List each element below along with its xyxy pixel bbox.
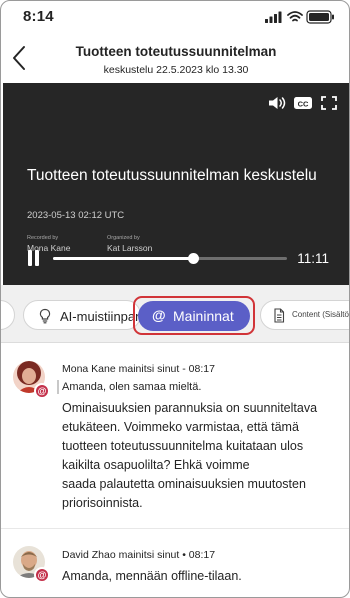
tabs-bar: AI-muistiinpanot @ Maininnat Content (Si… (1, 285, 350, 343)
organized-by-name: Kat Larsson (107, 243, 153, 253)
volume-icon[interactable] (267, 95, 287, 111)
cc-icon[interactable]: CC (293, 95, 313, 111)
video-progress-thumb[interactable] (187, 253, 199, 264)
mention-badge-icon: @ (34, 383, 50, 399)
battery-icon (306, 10, 334, 24)
recorded-by-label: Recorded by (27, 235, 59, 241)
video-date: 2023-05-13 02:12 UTC (27, 210, 125, 221)
tab-mentions[interactable]: @ Maininnat (138, 301, 250, 331)
status-indicators (265, 10, 334, 24)
document-icon (274, 308, 285, 323)
video-title: Tuotteen toteutussuunnitelman keskustelu (27, 167, 317, 184)
top-bar: Tuotteen toteutussuunnitelman keskustelu… (1, 35, 349, 81)
app-frame: 8:14 Tuotteen toteutussuunnitelman kesku… (0, 0, 350, 598)
video-progress-bar[interactable] (53, 253, 287, 264)
status-bar: 8:14 (1, 1, 349, 35)
back-chevron-icon[interactable] (9, 43, 31, 73)
signal-icon (265, 11, 282, 23)
mention-badge-icon: @ (34, 567, 50, 583)
tab-content-label: Content (Sisältö) (292, 310, 350, 319)
organized-by-label: Organized by (107, 235, 140, 241)
lightbulb-icon (39, 308, 51, 324)
tab-mentions-label: Maininnat (173, 308, 234, 324)
tab-ai-notes[interactable]: AI-muistiinpanot (23, 300, 153, 330)
video-progress-fill (53, 257, 194, 260)
fullscreen-icon[interactable] (319, 95, 339, 111)
tab-previous[interactable] (1, 300, 15, 330)
mention-author: David Zhao mainitsi sinut • 08:17 (62, 549, 216, 561)
video-duration: 11:11 (297, 251, 329, 266)
status-time: 8:14 (23, 8, 54, 25)
svg-text:CC: CC (298, 99, 309, 108)
tab-content[interactable]: Content (Sisältö) (260, 300, 350, 330)
at-icon: @ (152, 307, 166, 323)
mentions-feed: @ Mona Kane mainitsi sinut - 08:17 Amand… (1, 343, 349, 597)
quoted-message: Amanda, olen samaa mieltä. (62, 381, 202, 393)
video-player[interactable]: CC Tuotteen toteutussuunnitelman keskust… (3, 83, 349, 285)
wifi-icon (287, 11, 303, 22)
pause-icon[interactable] (27, 250, 41, 266)
quote-bar (57, 380, 59, 394)
mention-item[interactable]: @ David Zhao mainitsi sinut • 08:17 Aman… (1, 529, 349, 597)
mention-item[interactable]: @ Mona Kane mainitsi sinut - 08:17 Amand… (1, 343, 349, 528)
page-title: Tuotteen toteutussuunnitelman (75, 44, 277, 59)
page-subtitle: keskustelu 22.5.2023 klo 13.30 (103, 64, 249, 76)
mention-message: Ominaisuuksien parannuksia on suunnitelt… (62, 401, 318, 510)
mention-message: Amanda, mennään offline-tilaan. (62, 569, 242, 583)
mention-author: Mona Kane mainitsi sinut - 08:17 (62, 363, 215, 375)
